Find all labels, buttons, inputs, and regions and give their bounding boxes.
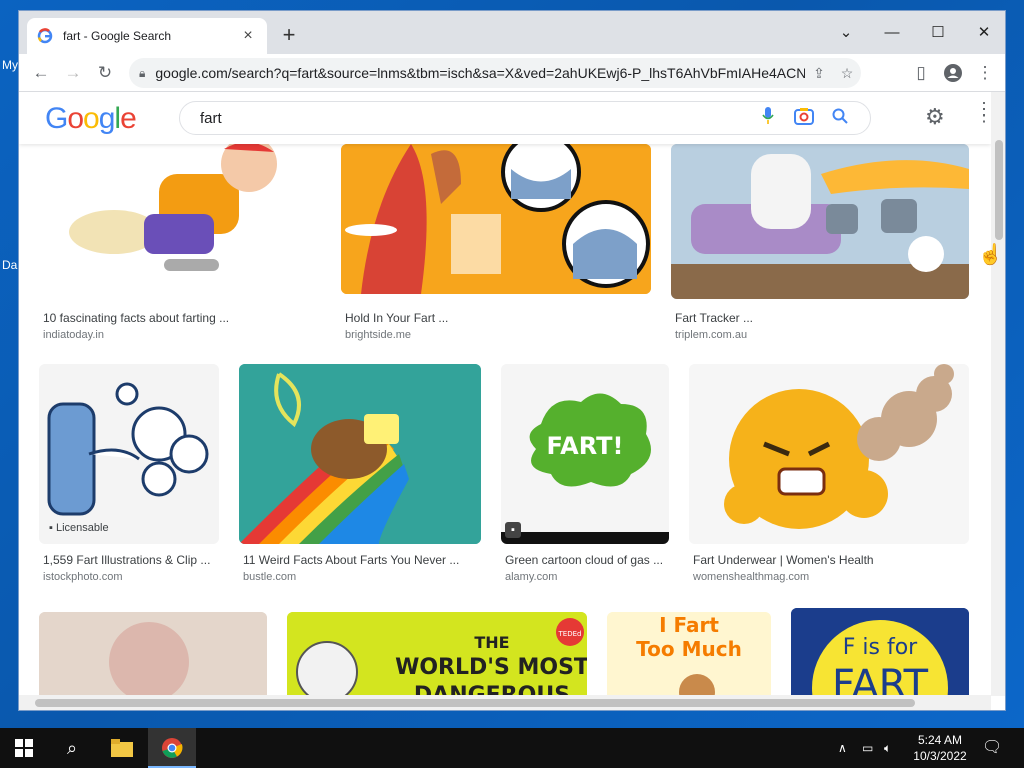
- taskbar-search-icon[interactable]: ⌕: [48, 728, 96, 768]
- system-clock[interactable]: 5:24 AM 10/3/2022: [908, 732, 972, 764]
- lens-camera-icon[interactable]: [786, 107, 822, 130]
- voice-search-icon[interactable]: [750, 106, 786, 130]
- licensable-label: Licensable: [55, 522, 109, 534]
- bookmark-star-icon[interactable]: ☆: [833, 65, 861, 82]
- address-bar[interactable]: 🔒︎ google.com/search?q=fart&source=lnms&…: [129, 58, 861, 88]
- result-source[interactable]: bustle.com: [243, 571, 296, 583]
- image-icon: ▪: [49, 522, 56, 534]
- tab-title: fart - Google Search: [63, 29, 172, 43]
- forward-arrow-icon[interactable]: →: [59, 59, 87, 87]
- result-image-pink-cloud[interactable]: [39, 612, 267, 695]
- result-source[interactable]: alamy.com: [505, 571, 557, 583]
- minimize-button[interactable]: —: [869, 19, 915, 47]
- google-apps-grid-icon[interactable]: ⋮⋮: [975, 100, 991, 124]
- new-tab-button[interactable]: +: [277, 24, 301, 48]
- i-fart-line1: I Fart: [659, 613, 719, 637]
- logo-letter: G: [45, 102, 68, 135]
- result-image-spongebob[interactable]: [239, 364, 481, 544]
- result-image-emoji[interactable]: [689, 364, 969, 544]
- settings-gear-icon[interactable]: ⚙: [925, 104, 945, 130]
- close-window-button[interactable]: ✕: [961, 19, 1005, 47]
- browser-window: fart - Google Search × + ⌄ — ☐ ✕ ← → ↻ 🔒…: [18, 10, 1006, 711]
- chrome-taskbar-icon[interactable]: [148, 728, 196, 768]
- search-box: [179, 101, 871, 135]
- back-arrow-icon[interactable]: ←: [27, 59, 55, 87]
- result-title[interactable]: 10 fascinating facts about farting ...: [43, 311, 229, 325]
- notifications-icon[interactable]: 🗨︎: [982, 728, 1002, 768]
- close-tab-icon[interactable]: ×: [239, 27, 257, 45]
- result-image-f-is-for-fart[interactable]: F is for FART: [791, 608, 969, 695]
- logo-letter: g: [98, 102, 116, 135]
- f-is-for-text: F is for: [843, 635, 918, 660]
- browser-toolbar: ← → ↻ 🔒︎ google.com/search?q=fart&source…: [19, 54, 1005, 92]
- logo-letter: o: [83, 102, 100, 135]
- result-source[interactable]: indiatoday.in: [43, 329, 104, 341]
- result-source[interactable]: womenshealthmag.com: [693, 571, 809, 583]
- result-image-farting-boy[interactable]: [39, 144, 321, 302]
- worlds-most-line1: THE: [474, 633, 509, 652]
- vertical-scrollbar[interactable]: [991, 92, 1005, 696]
- result-image-fart-tracker[interactable]: [671, 144, 969, 299]
- search-input[interactable]: [200, 109, 750, 127]
- google-favicon-icon: [37, 28, 53, 44]
- logo-letter: o: [67, 102, 84, 135]
- fart-big-text: FART: [832, 662, 929, 695]
- volume-icon[interactable]: 🔈︎: [884, 728, 891, 768]
- browser-menu-icon[interactable]: ⋮: [971, 59, 999, 87]
- tab-google-search[interactable]: fart - Google Search ×: [27, 18, 267, 54]
- result-title[interactable]: 1,559 Fart Illustrations & Clip ...: [43, 553, 210, 567]
- i-fart-line2: Too Much: [636, 637, 742, 661]
- licensable-badge: ▪ Licensable: [43, 520, 115, 536]
- result-image-worlds-most-dangerous[interactable]: TEDEd THE WORLD'S MOST DANGEROUS: [287, 612, 587, 695]
- result-title[interactable]: Green cartoon cloud of gas ...: [505, 553, 663, 567]
- image-icon: ▪: [505, 522, 521, 538]
- clock-time: 5:24 AM: [917, 733, 963, 747]
- result-image-fart-cloud[interactable]: FART! ▪: [501, 364, 669, 544]
- ted-badge-text: TEDEd: [558, 630, 582, 638]
- url-text[interactable]: google.com/search?q=fart&source=lnms&tbm…: [155, 65, 805, 81]
- result-source[interactable]: brightside.me: [345, 329, 411, 341]
- clock-date: 10/3/2022: [913, 749, 967, 763]
- result-title[interactable]: Fart Underwear | Women's Health: [693, 553, 874, 567]
- google-images-page: Google ⚙ ⋮⋮: [19, 92, 991, 695]
- result-source[interactable]: istockphoto.com: [43, 571, 122, 583]
- hand-cursor-icon: ☝: [978, 244, 1003, 266]
- result-image-hold-in-fart[interactable]: [341, 144, 651, 294]
- result-image-clip-art[interactable]: ▪ Licensable: [39, 364, 219, 544]
- taskbar: ⌕ ∧ ▭ 🔈︎ 5:24 AM 10/3/2022 🗨︎: [0, 728, 1024, 768]
- fart-bubble-text: FART!: [547, 432, 624, 460]
- horizontal-scroll-thumb[interactable]: [35, 699, 915, 707]
- tab-search-chevron-icon[interactable]: ⌄: [823, 19, 869, 47]
- result-image-i-fart-too-much[interactable]: I Fart Too Much: [607, 612, 771, 695]
- share-icon[interactable]: ⇪: [805, 65, 833, 82]
- tab-strip: fart - Google Search × + ⌄ — ☐ ✕: [19, 11, 1005, 54]
- maximize-button[interactable]: ☐: [915, 19, 961, 47]
- windows-start-icon[interactable]: [0, 728, 48, 768]
- google-header: Google ⚙ ⋮⋮: [19, 92, 991, 144]
- reload-icon[interactable]: ↻: [91, 59, 119, 87]
- horizontal-scrollbar[interactable]: [19, 695, 991, 710]
- google-logo[interactable]: Google: [45, 102, 137, 136]
- logo-letter: e: [120, 102, 137, 135]
- desktop-icon-label[interactable]: Da: [2, 258, 17, 272]
- side-panel-icon[interactable]: ▯: [907, 59, 935, 87]
- worlds-most-line3: DANGEROUS: [414, 683, 570, 695]
- vertical-scroll-thumb[interactable]: [995, 140, 1003, 240]
- result-title[interactable]: Hold In Your Fart ...: [345, 311, 448, 325]
- lock-icon[interactable]: 🔒︎: [139, 66, 145, 81]
- worlds-most-line2: WORLD'S MOST: [395, 655, 587, 680]
- result-title[interactable]: Fart Tracker ...: [675, 311, 753, 325]
- desktop-icon-label[interactable]: My: [2, 58, 18, 72]
- network-icon[interactable]: ▭: [862, 728, 873, 768]
- result-source[interactable]: triplem.com.au: [675, 329, 747, 341]
- search-icon[interactable]: [822, 108, 858, 129]
- file-explorer-icon[interactable]: [98, 728, 146, 768]
- result-title[interactable]: 11 Weird Facts About Farts You Never ...: [243, 553, 459, 567]
- profile-avatar-icon[interactable]: [939, 59, 967, 87]
- tray-chevron-icon[interactable]: ∧: [838, 728, 847, 768]
